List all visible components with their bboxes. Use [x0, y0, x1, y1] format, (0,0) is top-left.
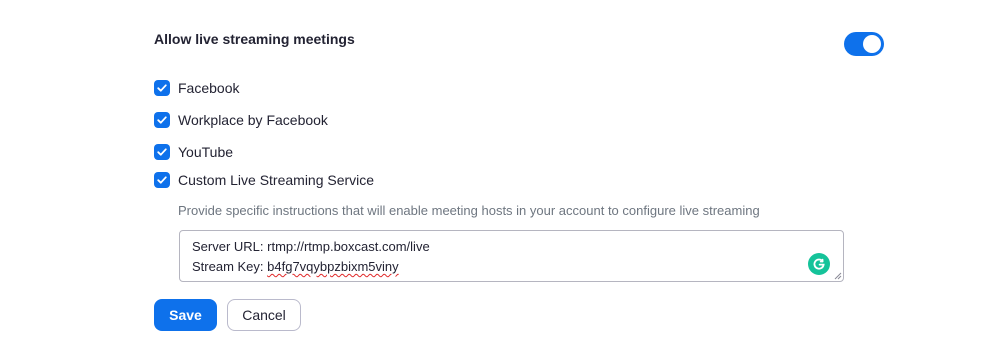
instructions-line-2: Stream Key: b4fg7vqybpzbixm5viny — [192, 257, 831, 277]
toggle-knob — [863, 35, 881, 53]
workplace-checkbox[interactable] — [154, 112, 170, 128]
custom-service-checkbox[interactable] — [154, 172, 170, 188]
custom-service-helper-text: Provide specific instructions that will … — [178, 203, 760, 218]
check-icon — [157, 84, 167, 92]
facebook-checkbox[interactable] — [154, 80, 170, 96]
stream-key-value: b4fg7vqybpzbixm5viny — [267, 259, 399, 274]
check-icon — [157, 116, 167, 124]
grammarly-icon[interactable] — [808, 253, 830, 275]
streaming-instructions-textarea[interactable]: Server URL: rtmp://rtmp.boxcast.com/live… — [179, 230, 844, 282]
save-button[interactable]: Save — [154, 299, 217, 331]
option-custom-live-streaming[interactable]: Custom Live Streaming Service — [154, 171, 374, 189]
option-facebook[interactable]: Facebook — [154, 79, 239, 97]
resize-handle-icon[interactable] — [834, 272, 842, 280]
option-youtube[interactable]: YouTube — [154, 143, 233, 161]
instructions-line-1: Server URL: rtmp://rtmp.boxcast.com/live — [192, 239, 430, 254]
option-label: YouTube — [178, 144, 234, 160]
cancel-button[interactable]: Cancel — [227, 299, 301, 331]
check-icon — [157, 176, 167, 184]
grammarly-g-glyph — [813, 258, 825, 270]
option-label: Workplace by Facebook — [178, 112, 328, 128]
option-label: Facebook — [178, 80, 240, 96]
live-streaming-toggle[interactable] — [844, 32, 884, 56]
youtube-checkbox[interactable] — [154, 144, 170, 160]
check-icon — [157, 148, 167, 156]
option-label: Custom Live Streaming Service — [178, 172, 375, 188]
option-workplace-by-facebook[interactable]: Workplace by Facebook — [154, 111, 328, 129]
setting-title: Allow live streaming meetings — [154, 31, 355, 47]
stream-key-label: Stream Key: — [192, 259, 268, 274]
